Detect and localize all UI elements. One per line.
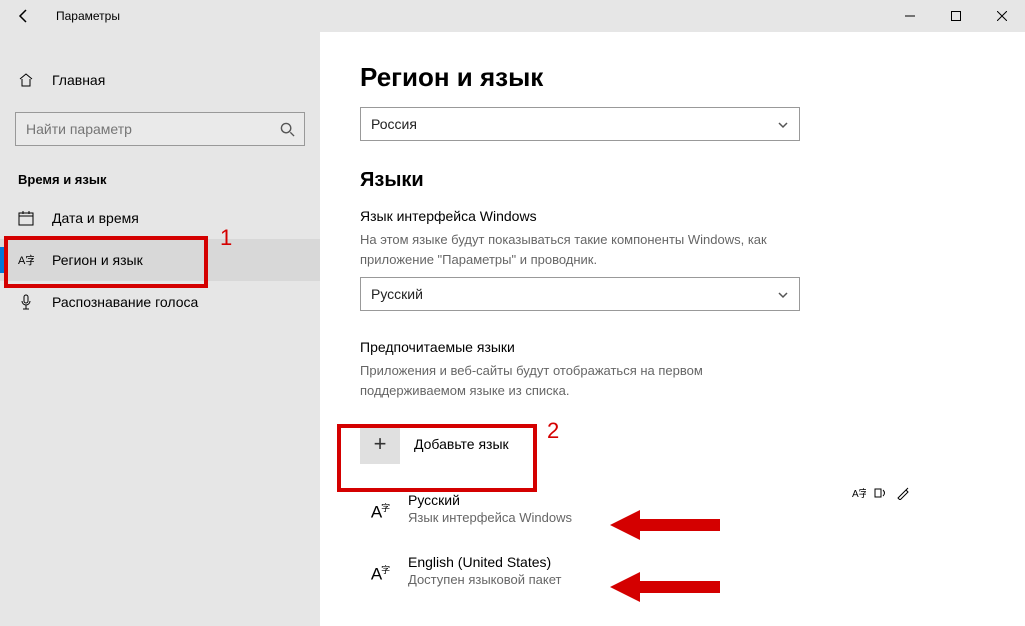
language-glyph-icon: A字 — [360, 492, 400, 532]
category-title: Время и язык — [0, 146, 320, 197]
language-feature-badges: A字 — [852, 486, 910, 503]
annotation-label-1: 1 — [220, 225, 232, 251]
annotation-arrow-1 — [610, 510, 720, 545]
home-label: Главная — [52, 72, 105, 88]
chevron-down-icon — [777, 118, 789, 130]
close-button[interactable] — [979, 0, 1025, 32]
home-icon — [18, 72, 34, 88]
back-button[interactable] — [0, 0, 48, 32]
preferred-languages-desc: Приложения и веб-сайты будут отображатьс… — [360, 361, 800, 400]
maximize-button[interactable] — [933, 0, 979, 32]
display-language-selected: Русский — [371, 286, 423, 302]
language-name: English (United States) — [408, 554, 561, 570]
microphone-icon — [18, 294, 34, 310]
plus-icon: + — [360, 424, 400, 464]
nav-region-language[interactable]: A字 Регион и язык — [0, 239, 320, 281]
display-lang-badge-icon: A字 — [852, 486, 866, 503]
title-bar: Параметры — [0, 0, 1025, 32]
search-input[interactable] — [16, 121, 270, 137]
annotation-label-2: 2 — [547, 418, 559, 444]
languages-section-title: Языки — [360, 169, 985, 192]
country-selected: Россия — [371, 116, 417, 132]
search-box[interactable] — [15, 112, 305, 146]
search-icon — [270, 113, 304, 145]
handwriting-badge-icon — [896, 486, 910, 503]
language-subtitle: Язык интерфейса Windows — [408, 510, 572, 525]
minimize-button[interactable] — [887, 0, 933, 32]
language-subtitle: Доступен языковой пакет — [408, 572, 561, 587]
language-name: Русский — [408, 492, 572, 508]
display-language-dropdown[interactable]: Русский — [360, 277, 800, 311]
country-dropdown[interactable]: Россия — [360, 107, 800, 141]
svg-text:A字: A字 — [18, 253, 34, 267]
language-glyph-icon: A字 — [360, 554, 400, 594]
add-language-label: Добавьте язык — [414, 436, 509, 452]
language-item-english[interactable]: A字 English (United States) Доступен язык… — [360, 554, 800, 594]
tts-badge-icon — [874, 486, 888, 503]
language-icon: A字 — [18, 252, 34, 268]
chevron-down-icon — [777, 288, 789, 300]
annotation-arrow-2 — [610, 572, 720, 607]
page-title: Регион и язык — [360, 62, 985, 93]
calendar-icon — [18, 210, 34, 226]
display-language-desc: На этом языке будут показываться такие к… — [360, 230, 800, 269]
nav-speech[interactable]: Распознавание голоса — [0, 281, 320, 323]
nav-item-label: Регион и язык — [52, 252, 143, 268]
display-language-title: Язык интерфейса Windows — [360, 208, 985, 224]
nav-date-time[interactable]: Дата и время — [0, 197, 320, 239]
app-title: Параметры — [56, 9, 120, 23]
preferred-languages-title: Предпочитаемые языки — [360, 339, 985, 355]
nav-item-label: Распознавание голоса — [52, 294, 198, 310]
svg-text:A字: A字 — [852, 487, 866, 500]
language-item-russian[interactable]: A字 Русский Язык интерфейса Windows A字 — [360, 492, 800, 532]
nav-item-label: Дата и время — [52, 210, 139, 226]
sidebar: Главная Время и язык Дата и время A字 Рег… — [0, 32, 320, 626]
window-controls — [887, 0, 1025, 32]
home-nav[interactable]: Главная — [0, 60, 320, 100]
add-language-button[interactable]: + Добавьте язык — [360, 418, 800, 470]
